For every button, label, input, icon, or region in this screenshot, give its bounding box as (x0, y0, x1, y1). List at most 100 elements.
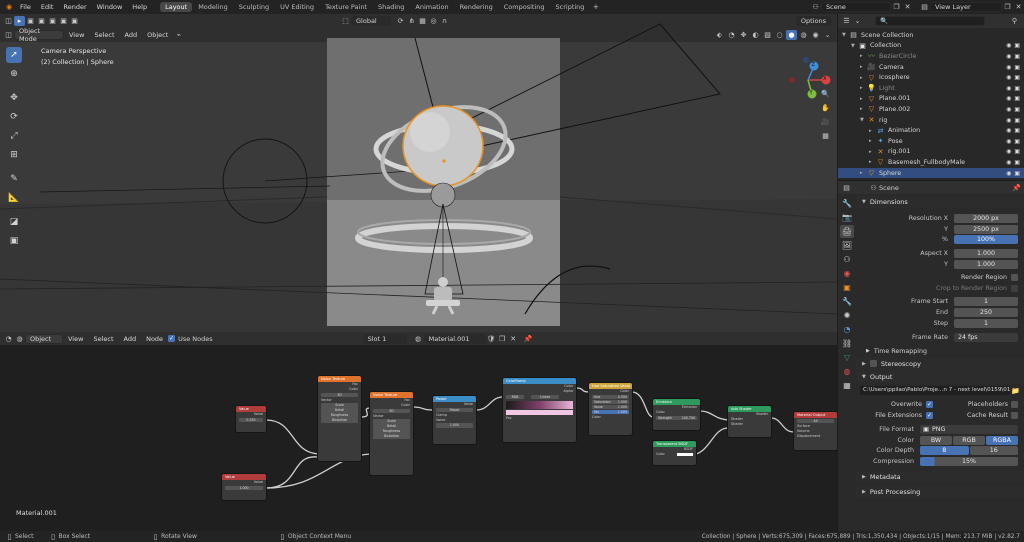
tab-render[interactable]: 📷 (840, 211, 854, 224)
add-plane-tool[interactable]: ▣ (6, 233, 22, 249)
compression-slider[interactable]: 15% (920, 457, 1018, 467)
outliner-editor-icon[interactable]: ☰ (841, 16, 852, 26)
outliner-item[interactable]: ▸ ✕ rig.001 ◉ ▣ (838, 147, 1024, 158)
frame-end-field[interactable]: 250 (954, 308, 1018, 318)
color-ramp-interp[interactable]: Linear (531, 394, 560, 399)
outliner-item[interactable]: ▸ 〰 BezierCircle ◉ ▣ (838, 51, 1024, 62)
render-camera-icon[interactable]: ▣ (1014, 138, 1020, 145)
hsv-fac[interactable]: Fac 1.000 (592, 409, 629, 414)
expand-toggle-icon[interactable]: ▸ (860, 85, 867, 91)
noise-1-roughness[interactable]: Roughness (321, 413, 358, 418)
stereoscopy-panel-header[interactable]: ▶ Stereoscopy (856, 357, 1024, 370)
output-path-field[interactable]: C:\Users\ppilao\Pablo\Proje...n 7 - next… (860, 386, 1010, 396)
hsv-value[interactable]: Value 1.000 (592, 404, 629, 409)
noise-2-scale[interactable]: Scale (373, 419, 410, 424)
cursor-tool[interactable]: ⊕ (6, 66, 22, 82)
tab-physics[interactable]: ◔ (840, 323, 854, 336)
menu-help[interactable]: Help (127, 3, 152, 11)
add-shader-node[interactable]: Add Shader Shader Shader Shader (728, 406, 771, 437)
menu-render[interactable]: Render (58, 3, 91, 11)
view-layer-selector[interactable]: View Layer (930, 2, 1002, 12)
outliner-item[interactable]: ▼ ▤ Scene Collection (838, 30, 1024, 41)
add-cube-tool[interactable]: ◪ (6, 214, 22, 230)
expand-toggle-icon[interactable]: ▸ (860, 53, 867, 59)
outliner-item[interactable]: ▸ ⇄ Animation ◉ ▣ (838, 125, 1024, 136)
new-view-layer-icon[interactable]: ❐ (1002, 2, 1013, 12)
tab-object[interactable]: ▣ (840, 281, 854, 294)
visibility-eye-icon[interactable]: ◉ (1006, 95, 1011, 102)
outliner-item[interactable]: ▼ ✕ rig ◉ ▣ (838, 115, 1024, 126)
rotate-tool[interactable]: ⟳ (6, 109, 22, 125)
frame-step-field[interactable]: 1 (954, 319, 1018, 329)
scale-tool[interactable]: ⤢ (6, 128, 22, 144)
visibility-eye-icon[interactable]: ◉ (1006, 64, 1011, 71)
menu-file[interactable]: File (15, 3, 36, 11)
render-camera-icon[interactable]: ▣ (1014, 64, 1020, 71)
render-camera-icon[interactable]: ▣ (1014, 117, 1020, 124)
transparent-bsdf-node[interactable]: Transparent BSDF BSDF Color (653, 441, 696, 465)
outliner-item[interactable]: ▸ 💡 Light ◉ ▣ (838, 83, 1024, 94)
crop-region-row[interactable]: Crop to Render Region (856, 283, 1024, 294)
properties-editor-icon[interactable]: ▤ (841, 183, 852, 193)
expand-toggle-icon[interactable]: ▸ (869, 128, 876, 134)
tab-output[interactable]: 🖨 (840, 225, 854, 238)
pan-hand-icon[interactable]: ✋ (820, 103, 831, 113)
expand-toggle-icon[interactable]: ▸ (869, 149, 876, 155)
frame-rate-dropdown[interactable]: 24 fps (954, 332, 1018, 342)
outliner-item[interactable]: ▸ ▽ Sphere ◉ ▣ (838, 167, 1024, 179)
tab-layout[interactable]: Layout (160, 2, 193, 12)
color-ramp-swatch[interactable] (506, 409, 573, 415)
hsv-saturation[interactable]: Saturation 1.000 (592, 399, 629, 404)
visibility-eye-icon[interactable]: ◉ (1006, 159, 1011, 166)
file-format-dropdown[interactable]: ▣ PNG (920, 424, 1018, 434)
display-mode-icon[interactable]: ⌄ (852, 16, 863, 26)
measure-tool[interactable]: 📐 (6, 190, 22, 206)
tab-animation[interactable]: Animation (410, 2, 453, 12)
transparent-color-swatch[interactable] (677, 452, 693, 457)
outliner-item[interactable]: ▸ ✦ Pose ◉ ▣ (838, 136, 1024, 147)
dimensions-panel-header[interactable]: ▼ Dimensions (856, 196, 1024, 208)
visibility-eye-icon[interactable]: ◉ (1006, 53, 1011, 60)
value-node-2-field[interactable]: 1.000 (225, 485, 263, 490)
tab-texture[interactable]: ▦ (840, 379, 854, 392)
noise-1-dim[interactable]: 3D (321, 392, 358, 397)
menu-window[interactable]: Window (92, 3, 128, 11)
render-camera-icon[interactable]: ▣ (1014, 42, 1020, 49)
render-camera-icon[interactable]: ▣ (1014, 148, 1020, 155)
cache-result-checkbox[interactable] (1011, 412, 1018, 420)
outliner-search-input[interactable]: 🔍 (875, 16, 985, 26)
visibility-eye-icon[interactable]: ◉ (1006, 148, 1011, 155)
visibility-eye-icon[interactable]: ◉ (1006, 117, 1011, 124)
expand-toggle-icon[interactable]: ▼ (851, 43, 858, 49)
tab-compositing[interactable]: Compositing (499, 2, 550, 12)
emission-strength[interactable]: Strength 100.700 (656, 415, 697, 420)
math-power-node[interactable]: Power Value Power Clamp Value 1.000 (433, 396, 476, 444)
value-node-1[interactable]: Value Value 0.330 (236, 406, 266, 432)
resolution-x-field[interactable]: 2000 px (954, 213, 1018, 223)
color-depth-16-button[interactable]: 16 (969, 446, 1018, 456)
outliner-item[interactable]: ▸ ▽ Basemesh_FullbodyMale ◉ ▣ (838, 157, 1024, 168)
outliner-item[interactable]: ▸ ▽ Icosphere ◉ ▣ (838, 72, 1024, 83)
noise-texture-node-1[interactable]: Noise Texture Fac Color 3D Vector Scale … (318, 376, 361, 461)
expand-toggle-icon[interactable]: ▸ (860, 75, 867, 81)
tab-constraints[interactable]: ⛓ (840, 337, 854, 350)
tab-scripting[interactable]: Scripting (551, 2, 590, 12)
zoom-icon[interactable]: 🔍 (820, 89, 831, 99)
aspect-x-field[interactable]: 1.000 (954, 249, 1018, 259)
stereoscopy-checkbox[interactable] (869, 360, 877, 368)
tab-data[interactable]: ▽ (840, 351, 854, 364)
expand-toggle-icon[interactable]: ▸ (860, 106, 867, 112)
render-camera-icon[interactable]: ▣ (1014, 85, 1020, 92)
tab-tool[interactable]: 🔧 (840, 197, 854, 210)
visibility-eye-icon[interactable]: ◉ (1006, 127, 1011, 134)
visibility-eye-icon[interactable]: ◉ (1006, 42, 1011, 49)
tab-uv-editing[interactable]: UV Editing (275, 2, 319, 12)
noise-1-detail[interactable]: Detail (321, 408, 358, 413)
noise-2-detail[interactable]: Detail (373, 424, 410, 429)
tab-rendering[interactable]: Rendering (455, 2, 498, 12)
tab-world[interactable]: ◉ (840, 267, 854, 280)
tab-view-layer[interactable]: 🖼 (840, 239, 854, 252)
tab-material[interactable]: ◍ (840, 365, 854, 378)
value-node-1-field[interactable]: 0.330 (239, 417, 263, 422)
aspect-y-field[interactable]: 1.000 (954, 260, 1018, 270)
